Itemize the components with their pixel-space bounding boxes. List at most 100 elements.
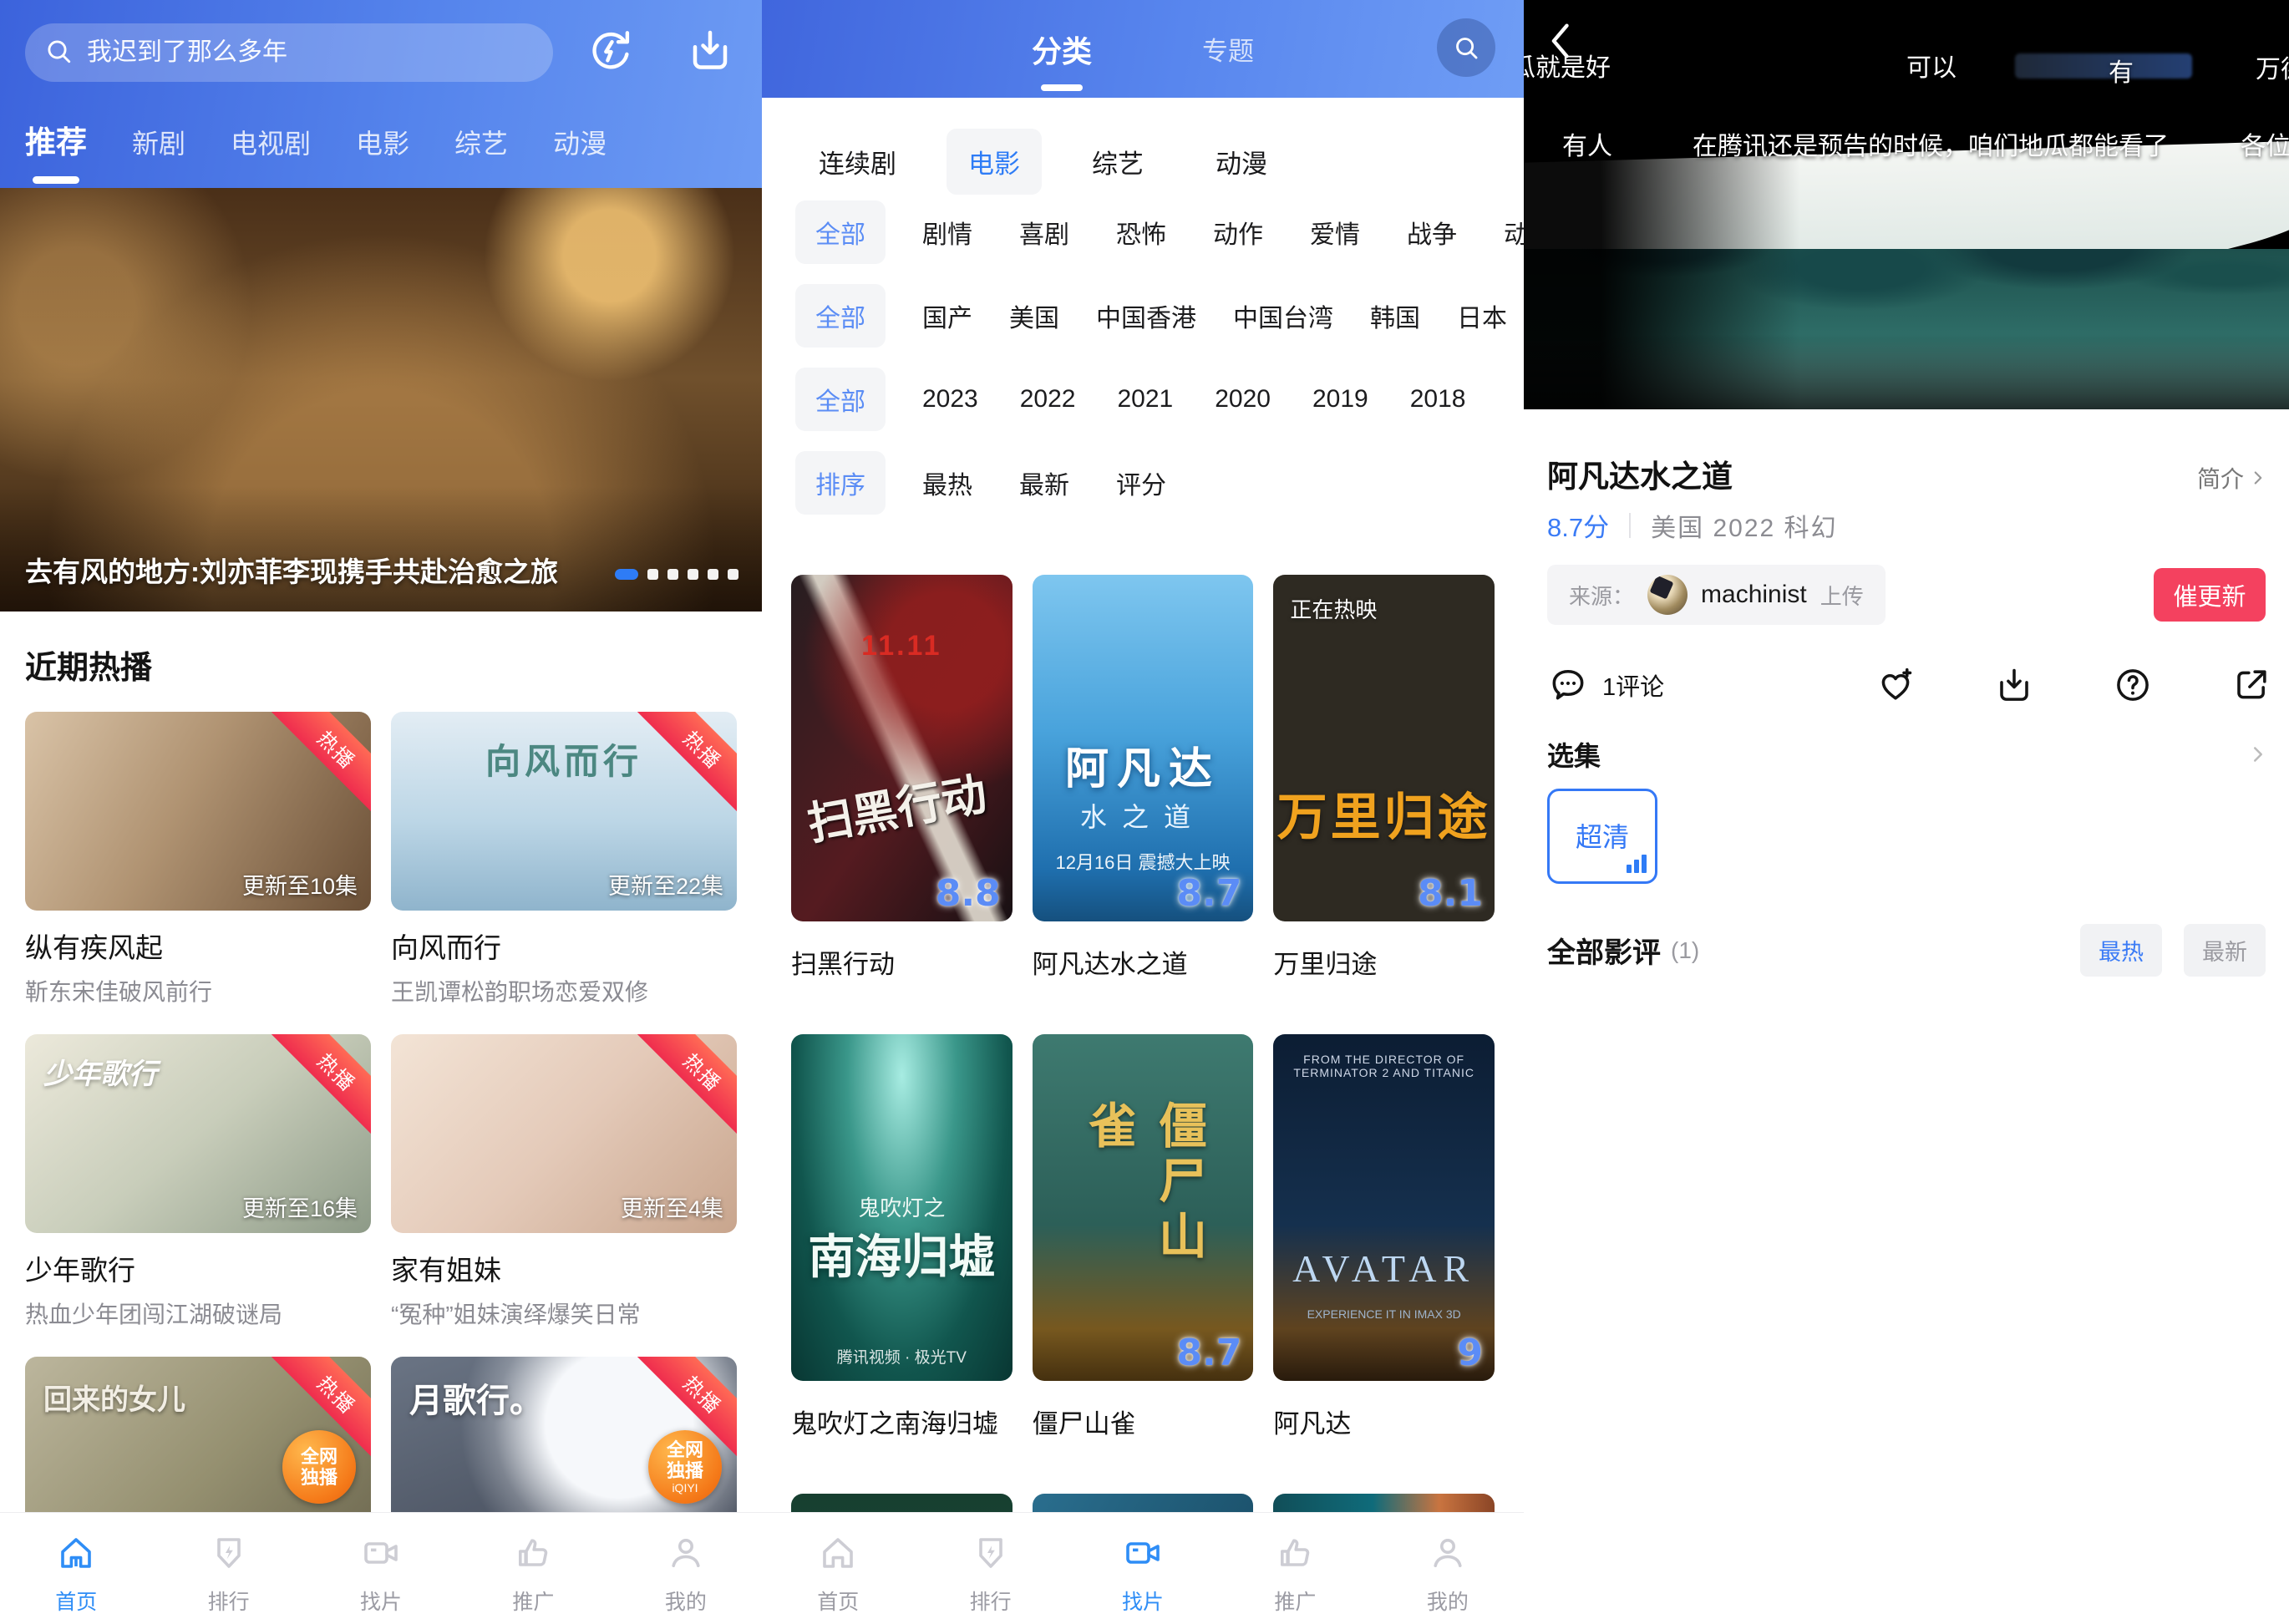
show-card[interactable]: 向风而行 热播 更新至22集 向风而行 王凯谭松韵职场恋爱双修 [391, 712, 737, 1007]
nav-home[interactable]: 首页 [762, 1513, 914, 1624]
movie-card[interactable]: 鬼吹灯之 南海归墟 腾讯视频 · 极光TV 鬼吹灯之南海归墟 [791, 1034, 1013, 1440]
movie-poster[interactable]: 11.11 扫黑行动 8.8 [791, 575, 1013, 921]
tab-category[interactable]: 分类 [1032, 28, 1092, 71]
search-input[interactable] [87, 38, 535, 67]
filter-option[interactable]: 2021 [1118, 385, 1174, 414]
back-icon[interactable] [1544, 20, 1581, 66]
chip-variety[interactable]: 综艺 [1070, 129, 1165, 195]
uploader-box[interactable]: 来源： machinist 上传 [1547, 565, 1886, 625]
search-icon[interactable] [1437, 18, 1495, 77]
intro-link[interactable]: 简介 [2197, 461, 2269, 495]
filter-option[interactable]: 2023 [922, 385, 978, 414]
share-icon[interactable] [2231, 664, 2272, 706]
banner-dot[interactable] [688, 569, 698, 580]
sort-new-button[interactable]: 最新 [2184, 924, 2266, 977]
banner-dot-active[interactable] [615, 569, 638, 580]
chip-anime[interactable]: 动漫 [1194, 129, 1289, 195]
tab-movies[interactable]: 电影 [356, 123, 409, 161]
movie-card[interactable]: 11.11 扫黑行动 8.8 扫黑行动 [791, 575, 1013, 981]
movie-poster[interactable]: FROM THE DIRECTOR OF TERMINATOR 2 AND TI… [1273, 1034, 1495, 1381]
download-icon[interactable] [685, 25, 735, 79]
filter-option[interactable]: 爱情 [1310, 214, 1360, 251]
filter-option[interactable]: 中国台湾 [1233, 297, 1333, 334]
nav-find[interactable]: 找片 [1067, 1513, 1219, 1624]
banner-dot[interactable] [647, 569, 658, 580]
tab-new-drama[interactable]: 新剧 [132, 123, 185, 161]
show-poster[interactable]: 向风而行 热播 更新至22集 [391, 712, 737, 911]
tab-anime[interactable]: 动漫 [553, 123, 607, 161]
help-question-icon[interactable] [2112, 664, 2154, 706]
show-card[interactable]: 热播 更新至4集 家有姐妹 “冤种”姐妹演绎爆笑日常 [391, 1034, 737, 1330]
episodes-row[interactable]: 选集 [1547, 735, 2271, 774]
filter-year-all[interactable]: 全部 [795, 368, 886, 431]
filter-option[interactable]: 国产 [922, 297, 972, 334]
show-poster[interactable]: 少年歌行 热播 更新至16集 [25, 1034, 371, 1233]
comment-count[interactable]: 1评论 [1602, 667, 1664, 703]
search-bar[interactable] [25, 23, 553, 82]
download-icon[interactable] [1993, 664, 2035, 706]
filter-option[interactable]: 评分 [1116, 464, 1166, 501]
filter-option[interactable]: 韩国 [1370, 297, 1420, 334]
filter-option[interactable]: 2019 [1312, 385, 1368, 414]
filter-option[interactable]: 喜剧 [1019, 214, 1069, 251]
tab-tv-series[interactable]: 电视剧 [231, 123, 311, 161]
request-update-button[interactable]: 催更新 [2154, 568, 2266, 622]
filter-option[interactable]: 美国 [1009, 297, 1059, 334]
filter-option[interactable]: 2022 [1020, 385, 1076, 414]
hot-badge: 热播 [264, 712, 371, 823]
quality-hd-button[interactable]: 超清 [1547, 789, 1657, 884]
comment-bubble-icon[interactable] [1547, 664, 1589, 706]
filter-option[interactable]: 动画 [1504, 214, 1524, 251]
banner-dot[interactable] [728, 569, 738, 580]
movie-card[interactable]: 正在热映 万里归途 8.1 万里归途 [1273, 575, 1495, 981]
tab-recommend[interactable]: 推荐 [25, 117, 87, 162]
show-card[interactable]: 热播 更新至10集 纵有疾风起 靳东宋佳破风前行 [25, 712, 371, 1007]
show-poster[interactable]: 热播 更新至4集 [391, 1034, 737, 1233]
favorite-heart-icon[interactable] [1875, 664, 1916, 706]
filter-option[interactable]: 战争 [1407, 214, 1457, 251]
uploader-avatar[interactable] [1647, 575, 1688, 615]
nav-ranking[interactable]: 排行 [914, 1513, 1066, 1624]
show-card[interactable]: 少年歌行 热播 更新至16集 少年歌行 热血少年团闯江湖破谜局 [25, 1034, 371, 1330]
nav-home[interactable]: 首页 [0, 1513, 152, 1624]
tab-variety[interactable]: 综艺 [454, 123, 508, 161]
hero-banner[interactable]: 去有风的地方:刘亦菲李现携手共赴治愈之旅 [0, 188, 762, 612]
filter-option[interactable]: 日本 [1457, 297, 1507, 334]
nav-mine[interactable]: 我的 [1372, 1513, 1524, 1624]
movie-poster[interactable]: 正在热映 万里归途 8.1 [1273, 575, 1495, 921]
nav-promote[interactable]: 推广 [457, 1513, 609, 1624]
filter-option[interactable]: 剧情 [922, 214, 972, 251]
tab-topic[interactable]: 专题 [1202, 30, 1254, 68]
movie-card[interactable]: FROM THE DIRECTOR OF TERMINATOR 2 AND TI… [1273, 1034, 1495, 1440]
nav-ranking[interactable]: 排行 [152, 1513, 304, 1624]
movie-poster[interactable]: 鬼吹灯之 南海归墟 腾讯视频 · 极光TV [791, 1034, 1013, 1381]
filter-option[interactable]: 恐怖 [1116, 214, 1166, 251]
filter-option[interactable]: 2018 [1410, 385, 1466, 414]
filter-genre-all[interactable]: 全部 [795, 200, 886, 264]
filter-region-all[interactable]: 全部 [795, 284, 886, 348]
filter-option[interactable]: 最新 [1019, 464, 1069, 501]
movie-card[interactable]: 阿凡达 水之道 12月16日 震撼大上映 8.7 阿凡达水之道 [1033, 575, 1254, 981]
chip-series[interactable]: 连续剧 [797, 129, 918, 195]
sort-hot-button[interactable]: 最热 [2080, 924, 2162, 977]
nav-promote[interactable]: 推广 [1219, 1513, 1371, 1624]
banner-dot[interactable] [667, 569, 678, 580]
filter-sort-label[interactable]: 排序 [795, 451, 886, 515]
chip-movie[interactable]: 电影 [947, 129, 1042, 195]
filter-option[interactable]: 中国香港 [1096, 297, 1196, 334]
movie-poster[interactable]: 僵尸山雀 8.7 [1033, 1034, 1254, 1381]
banner-dot[interactable] [708, 569, 718, 580]
movie-poster[interactable]: 阿凡达 水之道 12月16日 震撼大上映 8.7 [1033, 575, 1254, 921]
movie-rating: 9 [1457, 1332, 1483, 1374]
filter-option[interactable]: 最热 [922, 464, 972, 501]
video-player[interactable]: 瓜就是好 可以 有 万德 有人 在腾讯还是预告的时候，咱们地瓜都能看了 各位 [1524, 0, 2289, 409]
nav-label: 推广 [1274, 1586, 1316, 1616]
history-icon[interactable] [585, 25, 637, 81]
nav-find[interactable]: 找片 [305, 1513, 457, 1624]
show-poster[interactable]: 热播 更新至10集 [25, 712, 371, 911]
filter-option[interactable]: 动作 [1213, 214, 1263, 251]
banner-pagination[interactable] [615, 569, 738, 580]
movie-card[interactable]: 僵尸山雀 8.7 僵尸山雀 [1033, 1034, 1254, 1440]
filter-option[interactable]: 2020 [1215, 385, 1271, 414]
nav-mine[interactable]: 我的 [610, 1513, 762, 1624]
